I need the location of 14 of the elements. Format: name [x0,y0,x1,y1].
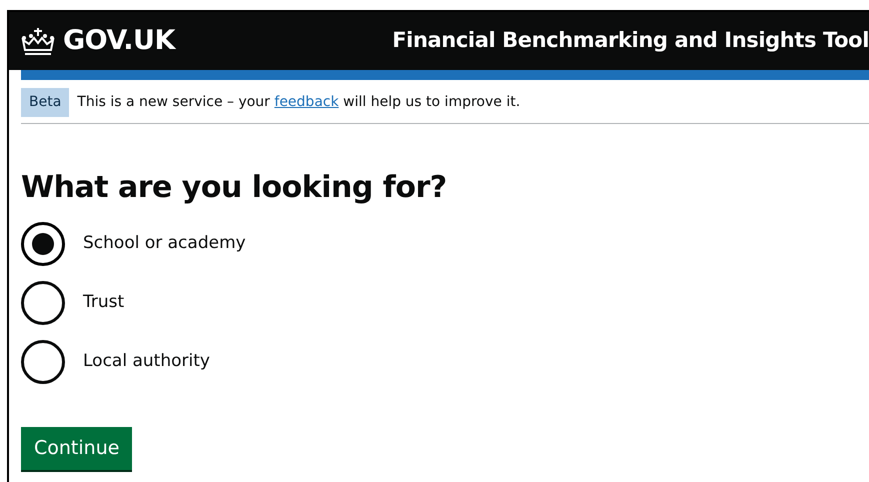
radio-button[interactable] [21,340,65,384]
page-heading: What are you looking for? [21,170,448,206]
service-name[interactable]: Financial Benchmarking and Insights Tool [392,25,869,57]
radio-label[interactable]: Local authority [83,349,210,375]
radio-button[interactable] [21,222,65,266]
phase-tag: Beta [21,88,70,117]
crown-icon [21,26,55,56]
radio-label[interactable]: School or academy [83,231,246,257]
radio-label[interactable]: Trust [83,290,124,316]
radio-button[interactable] [21,281,65,325]
banner-text: This is a new service – your feedback will help us to improve it. [77,93,520,112]
continue-button[interactable]: Continue [21,427,132,470]
logo-text[interactable]: GOV.UK [63,20,175,62]
feedback-link[interactable]: feedback [274,94,339,110]
